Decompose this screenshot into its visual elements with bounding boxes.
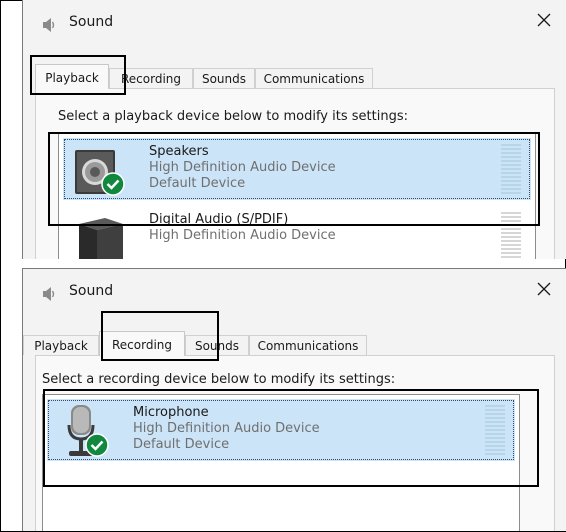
volume-meter bbox=[501, 212, 521, 259]
device-description: High Definition Audio Device bbox=[133, 421, 320, 436]
device-description: High Definition Audio Device bbox=[149, 228, 336, 243]
close-button[interactable] bbox=[521, 269, 566, 309]
close-button[interactable] bbox=[521, 0, 566, 40]
device-status: Default Device bbox=[149, 176, 246, 191]
default-check-icon bbox=[85, 433, 109, 457]
sound-dialog-recording: Sound Playback Recording Sounds Communic… bbox=[22, 268, 566, 531]
default-check-icon bbox=[101, 172, 125, 196]
close-icon bbox=[537, 13, 551, 27]
window-title: Sound bbox=[69, 14, 114, 30]
title-bar: Sound bbox=[23, 0, 566, 44]
device-name: Microphone bbox=[133, 405, 209, 420]
sound-dialog-playback: Sound Playback Recording Sounds Communic… bbox=[22, 0, 566, 259]
close-icon bbox=[537, 282, 551, 296]
volume-meter bbox=[485, 405, 505, 457]
tab-recording[interactable]: Recording bbox=[99, 331, 185, 356]
tab-sounds[interactable]: Sounds bbox=[185, 335, 249, 355]
tab-communications[interactable]: Communications bbox=[255, 68, 373, 88]
tab-page: Select a recording device below to modif… bbox=[35, 355, 555, 531]
instruction-text: Select a recording device below to modif… bbox=[42, 372, 396, 387]
tab-playback[interactable]: Playback bbox=[35, 64, 109, 89]
instruction-text: Select a playback device below to modify… bbox=[58, 109, 408, 124]
device-description: High Definition Audio Device bbox=[149, 160, 336, 175]
speaker-icon bbox=[75, 150, 125, 196]
tab-communications[interactable]: Communications bbox=[249, 335, 367, 355]
title-bar: Sound bbox=[23, 269, 566, 313]
device-row-microphone[interactable]: Microphone High Definition Audio Device … bbox=[47, 399, 515, 461]
device-name: Speakers bbox=[149, 144, 209, 159]
microphone-icon bbox=[67, 405, 109, 457]
tab-strip: Playback Recording Sounds Communications bbox=[23, 331, 566, 356]
device-list: Speakers High Definition Audio Device De… bbox=[58, 133, 536, 259]
device-row-speakers[interactable]: Speakers High Definition Audio Device De… bbox=[63, 138, 531, 200]
device-row-digital-audio[interactable]: Digital Audio (S/PDIF) High Definition A… bbox=[63, 206, 531, 259]
device-name: Digital Audio (S/PDIF) bbox=[149, 212, 289, 227]
tab-strip: Playback Recording Sounds Communications bbox=[23, 64, 566, 89]
sound-app-icon bbox=[43, 18, 55, 32]
window-title: Sound bbox=[69, 283, 114, 299]
sound-app-icon bbox=[43, 287, 55, 301]
tab-sounds[interactable]: Sounds bbox=[193, 68, 255, 88]
tab-page: Select a playback device below to modify… bbox=[35, 88, 555, 259]
device-status: Default Device bbox=[133, 437, 230, 452]
device-list: Microphone High Definition Audio Device … bbox=[42, 394, 520, 531]
volume-meter bbox=[501, 144, 521, 196]
digital-audio-icon bbox=[79, 218, 123, 259]
tab-playback[interactable]: Playback bbox=[23, 335, 99, 355]
tab-recording[interactable]: Recording bbox=[109, 68, 193, 88]
